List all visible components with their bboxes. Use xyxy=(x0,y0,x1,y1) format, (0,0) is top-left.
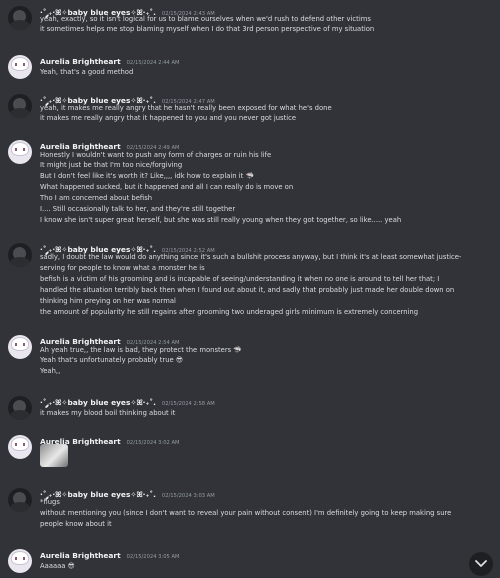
message: Aurelia Brightheart 02/15/2024 2:49 AM Ho… xyxy=(0,138,500,228)
message-line: without mentioning you (since I don't wa… xyxy=(40,509,452,517)
avatar[interactable] xyxy=(8,6,32,30)
message: Aurelia Brightheart 02/15/2024 3:02 AM xyxy=(0,433,500,471)
message-line: Yeah,, xyxy=(40,367,61,375)
message: ·˚ ༘₊·ꕤ✧baby blue eyes✧ꕤ·₊˚. 02/15/2024 2… xyxy=(0,4,500,38)
message-line: yeah, it makes me really angry that he h… xyxy=(40,104,332,112)
message-line: befish is a victim of his grooming and i… xyxy=(40,275,440,283)
message: Aurelia Brightheart 02/15/2024 2:44 AM Ye… xyxy=(0,53,500,79)
message-line: Aaaaaa 😎 xyxy=(40,562,75,570)
message-line: serving for people to know what a monste… xyxy=(40,264,205,272)
message-line: sadly, I doubt the law would do anything… xyxy=(40,253,462,261)
message-header: Aurelia Brightheart 02/15/2024 2:54 AM xyxy=(40,333,179,346)
message: Aurelia Brightheart 02/15/2024 2:54 AM Ah… xyxy=(0,333,500,377)
message-line: *hugs xyxy=(40,498,60,506)
avatar[interactable] xyxy=(8,396,32,420)
message-header: ·˚ ༘₊·ꕤ✧baby blue eyes✧ꕤ·₊˚. 02/15/2024 2… xyxy=(40,394,215,407)
timestamp: 02/15/2024 2:58 AM xyxy=(161,401,215,407)
message: ·˚ ༘₊·ꕤ✧baby blue eyes✧ꕤ·₊˚. 02/15/2024 3… xyxy=(0,486,500,532)
message-line: it sometimes helps me stop blaming mysel… xyxy=(40,25,375,33)
chevron-down-icon xyxy=(475,560,487,567)
avatar[interactable] xyxy=(8,435,32,459)
message: ·˚ ༘₊·ꕤ✧baby blue eyes✧ꕤ·₊˚. 02/15/2024 2… xyxy=(0,92,500,126)
message-line: Ah yeah true,, the law is bad, they prot… xyxy=(40,346,242,354)
author-name[interactable]: Aurelia Brightheart xyxy=(40,57,121,66)
avatar[interactable] xyxy=(8,335,32,359)
message: ·˚ ༘₊·ꕤ✧baby blue eyes✧ꕤ·₊˚. 02/15/2024 2… xyxy=(0,394,500,420)
avatar[interactable] xyxy=(8,94,32,118)
message-line: What happened sucked, but it happened an… xyxy=(40,183,294,191)
message-line: But I don't feel like it's worth it? Lik… xyxy=(40,172,254,180)
author-name[interactable]: Aurelia Brightheart xyxy=(40,551,121,560)
avatar[interactable] xyxy=(8,243,32,267)
timestamp: 02/15/2024 3:02 AM xyxy=(126,440,180,446)
message-line: yeah, exactly, so it isn't logical for u… xyxy=(40,15,371,23)
message-header: Aurelia Brightheart 02/15/2024 2:44 AM xyxy=(40,53,180,66)
image-attachment[interactable] xyxy=(40,444,68,467)
message-line: Tho I am concerned about befish xyxy=(40,194,153,202)
message-line: the amount of popularity he still regain… xyxy=(40,308,419,316)
message-line: thinking him preying on her was normal xyxy=(40,297,176,305)
timestamp: 02/15/2024 2:44 AM xyxy=(126,60,180,66)
chat-message-list: ·˚ ༘₊·ꕤ✧baby blue eyes✧ꕤ·₊˚. 02/15/2024 2… xyxy=(0,0,500,578)
avatar[interactable] xyxy=(8,55,32,79)
message: Aurelia Brightheart 02/15/2024 3:05 AM Aa… xyxy=(0,547,500,575)
avatar[interactable] xyxy=(8,549,32,573)
message-line: I.... Still occasionally talk to her, an… xyxy=(40,205,236,213)
message-header: Aurelia Brightheart 02/15/2024 2:49 AM xyxy=(40,138,179,151)
timestamp: 02/15/2024 3:05 AM xyxy=(126,554,180,560)
message-line: I know she isn't super great herself, bu… xyxy=(40,216,402,224)
message-line: Yeah, that's a good method xyxy=(40,68,134,76)
message-line: it makes my blood boil thinking about it xyxy=(40,409,176,417)
message-line: handled the situation terribly back then… xyxy=(40,286,455,294)
avatar[interactable] xyxy=(8,488,32,512)
message-line: people know about it xyxy=(40,520,112,528)
message-header: Aurelia Brightheart 02/15/2024 3:05 AM xyxy=(40,547,180,560)
author-name[interactable]: ·˚ ༘₊·ꕤ✧baby blue eyes✧ꕤ·₊˚. xyxy=(40,398,156,407)
message-header: ·˚ ༘₊·ꕤ✧baby blue eyes✧ꕤ·₊˚. 02/15/2024 3… xyxy=(40,486,215,499)
message-line: It might just be that I'm too nice/forgi… xyxy=(40,161,183,169)
jump-to-present-button[interactable] xyxy=(469,552,493,576)
message-line: Honestly I wouldn't want to push any for… xyxy=(40,151,272,159)
message-line: Yeah that's unfortunately probably true … xyxy=(40,356,183,364)
timestamp: 02/15/2024 3:03 AM xyxy=(161,493,215,499)
message: ·˚ ༘₊·ꕤ✧baby blue eyes✧ꕤ·₊˚. 02/15/2024 2… xyxy=(0,241,500,319)
avatar[interactable] xyxy=(8,140,32,164)
message-line: it makes me really angry that it happene… xyxy=(40,114,297,122)
